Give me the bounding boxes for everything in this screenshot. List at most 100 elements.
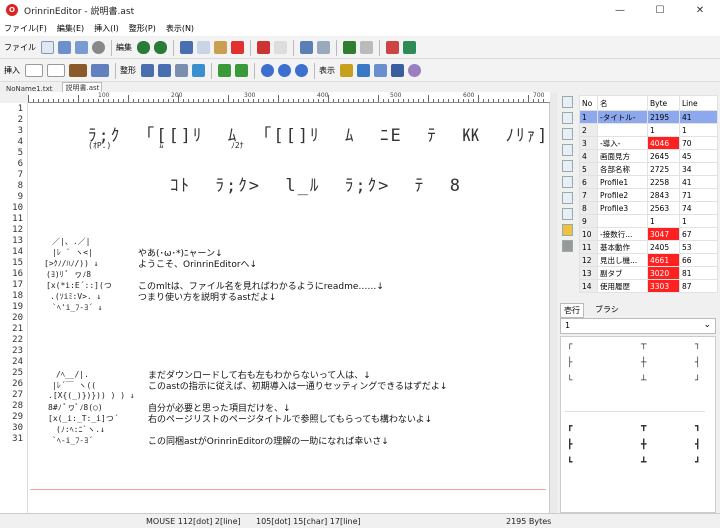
menu-file[interactable]: ファイル(F) bbox=[4, 23, 47, 34]
copy-icon[interactable] bbox=[197, 41, 210, 54]
parts-item[interactable]: ┓ ┫ ┛ bbox=[695, 423, 700, 468]
unicode-cut-icon[interactable] bbox=[386, 41, 399, 54]
grid-view-icon[interactable] bbox=[357, 64, 370, 77]
document-icon[interactable] bbox=[274, 41, 287, 54]
parts-select[interactable]: 1 ⌄ bbox=[560, 318, 716, 334]
page-list-row[interactable]: 10 -接数行... 3047 67 bbox=[579, 227, 718, 241]
box-icon[interactable] bbox=[317, 41, 330, 54]
page-list-row[interactable]: 6 Profile1 2258 41 bbox=[579, 175, 718, 189]
align-left-icon[interactable] bbox=[141, 64, 154, 77]
page-list-row[interactable]: 11 基本動作 2405 53 bbox=[579, 240, 718, 254]
ruler-tick bbox=[133, 99, 134, 102]
page-up-icon[interactable] bbox=[562, 144, 573, 156]
page-byte-cell: 2258 bbox=[647, 175, 680, 189]
menu-format[interactable]: 整形(P) bbox=[129, 23, 156, 34]
highlight-icon[interactable] bbox=[340, 64, 353, 77]
new-file-icon[interactable] bbox=[41, 41, 54, 54]
parts-item[interactable]: ┐ ┤ ┘ bbox=[695, 341, 700, 386]
tab-brush[interactable]: ブラシ bbox=[592, 303, 622, 318]
ruler-tick bbox=[313, 99, 314, 102]
parts-list[interactable]: ┌ ├ └ ┬ ┼ ┴ ┐ ┤ ┘ ┏ ┣ ┗ ┳ ╋ ┻ ┓ ┫ ┛ bbox=[560, 336, 716, 513]
insert-table-icon[interactable] bbox=[47, 64, 65, 77]
tab-ichigyo[interactable]: 壱行 bbox=[560, 303, 584, 318]
page-list-row[interactable]: 14 使用履歴 3303 87 bbox=[579, 279, 718, 293]
editor-area[interactable]: 1 2 3 4 5 6 7 8 9 10 11 12 13 14 15 16 17 18 19 20 21 22 23 24 2… bbox=[0, 103, 550, 513]
new-page-icon[interactable] bbox=[562, 96, 573, 108]
green-screen-icon[interactable] bbox=[343, 41, 356, 54]
shift-vertical-icon[interactable] bbox=[235, 64, 248, 77]
ruler-tick bbox=[128, 95, 129, 102]
parts-item[interactable]: ┳ ╋ ┻ bbox=[641, 423, 646, 468]
undo-icon[interactable] bbox=[137, 41, 150, 54]
insert-page-icon[interactable] bbox=[562, 176, 573, 188]
select-all-icon[interactable] bbox=[300, 41, 313, 54]
ruler-tick bbox=[138, 99, 139, 102]
settings-gear-icon[interactable] bbox=[92, 41, 105, 54]
insert-box-icon[interactable] bbox=[69, 64, 87, 77]
page-list-row[interactable]: 2 11 bbox=[579, 123, 718, 137]
page-list-row[interactable]: 13 副タブ 3020 81 bbox=[579, 266, 718, 280]
page-list-row[interactable]: 5 各部名称 2725 34 bbox=[579, 162, 718, 176]
line-number: 18 bbox=[12, 291, 23, 301]
cut-icon[interactable] bbox=[180, 41, 193, 54]
combine-page-icon[interactable] bbox=[562, 192, 573, 204]
menu-view[interactable]: 表示(N) bbox=[166, 23, 194, 34]
paste-icon[interactable] bbox=[214, 41, 227, 54]
page-copy-icon[interactable] bbox=[360, 41, 373, 54]
minimize-button[interactable]: — bbox=[600, 0, 640, 20]
page-down-icon[interactable] bbox=[562, 160, 573, 172]
menu-edit[interactable]: 編集(E) bbox=[57, 23, 84, 34]
rename-page-icon[interactable] bbox=[562, 224, 573, 236]
ascii-art-line: [>ｸﾉ/ﾊﾉ/)) ↓ bbox=[44, 259, 99, 268]
page-list-row[interactable]: 3 -導入- 4046 70 bbox=[579, 136, 718, 150]
col-name[interactable]: 名 bbox=[597, 95, 648, 111]
space-right-icon[interactable] bbox=[295, 64, 308, 77]
delete-page-icon[interactable] bbox=[562, 128, 573, 140]
panel-view-icon[interactable] bbox=[374, 64, 387, 77]
menu-insert[interactable]: 挿入(I) bbox=[94, 23, 119, 34]
col-line[interactable]: Line bbox=[679, 95, 718, 111]
parts-item[interactable]: ┌ ├ └ bbox=[567, 341, 572, 386]
format-brush-icon[interactable] bbox=[192, 64, 205, 77]
page-list-row[interactable]: 4 画面見方 2645 45 bbox=[579, 149, 718, 163]
delete-icon[interactable] bbox=[231, 41, 244, 54]
open-file-icon[interactable] bbox=[58, 41, 71, 54]
ruler-tick bbox=[98, 99, 99, 102]
ruler-tick bbox=[228, 95, 229, 102]
page-list-row[interactable]: 9 11 bbox=[579, 214, 718, 228]
maximize-button[interactable]: ☐ bbox=[640, 0, 680, 20]
parts-item[interactable]: ┬ ┼ ┴ bbox=[641, 341, 646, 386]
ruler-tick bbox=[63, 99, 64, 102]
page-byte-cell: 4046 bbox=[647, 136, 680, 150]
col-byte[interactable]: Byte bbox=[647, 95, 680, 111]
parts-item[interactable]: ┏ ┣ ┗ bbox=[567, 423, 572, 468]
col-no[interactable]: No bbox=[579, 95, 598, 111]
editor-scrollbar[interactable] bbox=[550, 93, 557, 513]
page-list-row[interactable]: 7 Profile2 2843 71 bbox=[579, 188, 718, 202]
split-page-icon[interactable] bbox=[562, 208, 573, 220]
save-file-icon[interactable] bbox=[75, 41, 88, 54]
page-list-row[interactable]: 8 Profile3 2563 74 bbox=[579, 201, 718, 215]
strikethrough-icon[interactable] bbox=[257, 41, 270, 54]
editor-text[interactable]: ﾗ;ｸ ｢[[]ﾘ ﾑ ｢[[]ﾘ ﾑ ﾆE ﾃ ㏍ ﾉﾘｧ] (ｵP.) ﾑ … bbox=[30, 103, 547, 513]
space-left-icon[interactable] bbox=[261, 64, 274, 77]
eye-icon[interactable] bbox=[408, 64, 421, 77]
copy-page-icon[interactable] bbox=[562, 112, 573, 124]
editor-line-16: つまり使い方を説明するastだよ↓ bbox=[138, 293, 277, 303]
redo-icon[interactable] bbox=[154, 41, 167, 54]
encoding-icon[interactable] bbox=[403, 41, 416, 54]
close-button[interactable]: ✕ bbox=[680, 0, 720, 20]
space-center-icon[interactable] bbox=[278, 64, 291, 77]
insert-user-icon[interactable] bbox=[91, 64, 109, 77]
page-list-row[interactable]: 1 -タイトル- 2195 41 bbox=[579, 110, 718, 124]
page-list-row[interactable]: 12 見出し機... 4661 66 bbox=[579, 253, 718, 267]
ruler-tick bbox=[378, 95, 379, 102]
insert-frame-icon[interactable] bbox=[25, 64, 43, 77]
indent-icon[interactable] bbox=[175, 64, 188, 77]
align-right-icon[interactable] bbox=[158, 64, 171, 77]
preview-view-icon[interactable] bbox=[391, 64, 404, 77]
page-no-cell: 10 bbox=[579, 227, 598, 241]
shift-horizontal-icon[interactable] bbox=[218, 64, 231, 77]
refresh-icon[interactable] bbox=[562, 240, 573, 252]
ruler-label: 200 bbox=[171, 92, 183, 99]
